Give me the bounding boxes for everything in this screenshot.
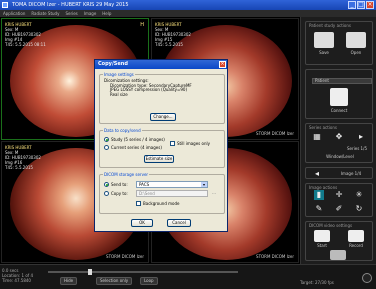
grid-icon[interactable]: ▦ — [312, 132, 322, 142]
copy-send-dialog: Copy/Send × Image settings Dicomization … — [94, 59, 228, 232]
save-button[interactable] — [314, 32, 334, 48]
change-button[interactable]: Change... — [150, 113, 176, 121]
current-series-radio[interactable] — [104, 145, 109, 150]
image-settings-group: Image settings Dicomization settings: Di… — [99, 72, 225, 124]
dicomization-settings: Dicomization settings: Dicomization type… — [104, 78, 192, 97]
move-icon[interactable]: ✥ — [334, 132, 344, 142]
refresh-icon[interactable]: ↻ — [354, 204, 364, 214]
chevron-down-icon: ▾ — [201, 182, 207, 187]
record-box: DICOM video settings Start Record — [305, 221, 373, 261]
image-nav-box: ◂ Image 1/4 — [305, 167, 373, 179]
copy-to-radio[interactable] — [104, 191, 109, 196]
menu-bar: Application Radiate Study Series Image H… — [0, 10, 376, 17]
patient-box: Patient Connect — [305, 69, 373, 119]
series-box: Series actions ▦ ✥ ▸ Series 1/5 Window/L… — [305, 123, 373, 163]
patient-study-box: Patient study actions Save Open — [305, 21, 373, 65]
window-controls: _ □ × — [348, 1, 374, 9]
cancel-button[interactable]: Cancel — [167, 219, 191, 227]
patient-select[interactable]: Patient — [312, 78, 372, 84]
playback-bar: 0.0 secs Location: 1 of 4 Time: 47.5840 … — [0, 264, 376, 289]
film-icon[interactable]: ▮ — [314, 190, 324, 200]
folder-icon[interactable]: … — [210, 189, 218, 197]
record-button[interactable] — [348, 230, 364, 242]
window-title: TOMA DICOM Izer - HUBERT KRIS 29 May 201… — [12, 2, 129, 8]
selection-only-button[interactable]: Selection only — [96, 277, 133, 285]
power-icon[interactable] — [362, 273, 372, 283]
image-actions-box: Image actions ▮ ✛ ✳ ✎ ✐ ↻ — [305, 183, 373, 217]
pane-overlay: KRIS HUBERT Sex: M ID: HUB19730302 Img #… — [5, 145, 41, 170]
send-to-select[interactable]: PACS ▾ — [136, 181, 208, 188]
dialog-title: Copy/Send — [95, 60, 227, 69]
pane-brand: STORM DICOM Izer — [256, 254, 294, 259]
pencil-icon[interactable]: ✎ — [314, 204, 324, 214]
estimate-size-button[interactable]: Estimate size — [144, 155, 174, 163]
app-icon — [2, 2, 8, 8]
right-panel: Patient study actions Save Open Patient … — [300, 17, 376, 264]
data-to-send-group: Data to copy/send Study (5 series / 4 im… — [99, 128, 225, 168]
menu-help[interactable]: Help — [102, 11, 111, 16]
dicom-storage-group: DICOM storage server Send to: PACS ▾ Copy… — [99, 172, 225, 214]
background-mode-checkbox[interactable] — [136, 201, 141, 206]
loop-button[interactable]: Loop — [140, 277, 158, 285]
seek-thumb[interactable] — [88, 269, 92, 275]
menu-series[interactable]: Series — [65, 11, 77, 16]
star-icon[interactable]: ✳ — [354, 190, 364, 200]
pane-flag: H — [140, 22, 144, 28]
pane-brand: STORM DICOM Izer — [106, 254, 144, 259]
open-button[interactable] — [346, 32, 366, 48]
start-button[interactable] — [314, 230, 330, 242]
pane-brand: STORM DICOM Izer — [256, 131, 294, 136]
send-to-radio[interactable] — [104, 182, 109, 187]
eyedrop-icon[interactable]: ✐ — [334, 204, 344, 214]
menu-image[interactable]: Image — [84, 11, 97, 16]
hide-button[interactable]: Hide — [60, 277, 78, 285]
dialog-close-button[interactable]: × — [219, 61, 226, 68]
minimize-button[interactable]: _ — [348, 1, 356, 9]
pane-overlay: KRIS HUBERT Sex: M ID: HUB19730302 Img #… — [155, 22, 191, 47]
prev-image-icon[interactable]: ◂ — [312, 169, 322, 179]
target-fps: Target: 27/30 fps — [300, 280, 334, 285]
seek-slider[interactable] — [48, 269, 238, 275]
study-radio[interactable] — [104, 137, 109, 142]
menu-application[interactable]: Application — [3, 11, 25, 16]
crosshair-icon[interactable]: ✛ — [334, 190, 344, 200]
menu-radiate-study[interactable]: Radiate Study — [31, 11, 59, 16]
connect-button[interactable] — [330, 88, 348, 106]
still-images-checkbox[interactable] — [170, 141, 175, 146]
copy-to-field[interactable]: D:\Send — [136, 190, 208, 197]
playback-status: 0.0 secs Location: 1 of 4 Time: 47.5840 — [2, 268, 34, 283]
next-icon[interactable]: ▸ — [356, 132, 366, 142]
close-window-button[interactable]: × — [366, 1, 374, 9]
joystick-icon[interactable] — [330, 250, 346, 260]
pane-overlay: KRIS HUBERT Sex: M ID: HUB19730302 Img #… — [5, 22, 46, 47]
title-bar: TOMA DICOM Izer - HUBERT KRIS 29 May 201… — [0, 0, 376, 10]
maximize-button[interactable]: □ — [357, 1, 365, 9]
ok-button[interactable]: OK — [131, 219, 153, 227]
